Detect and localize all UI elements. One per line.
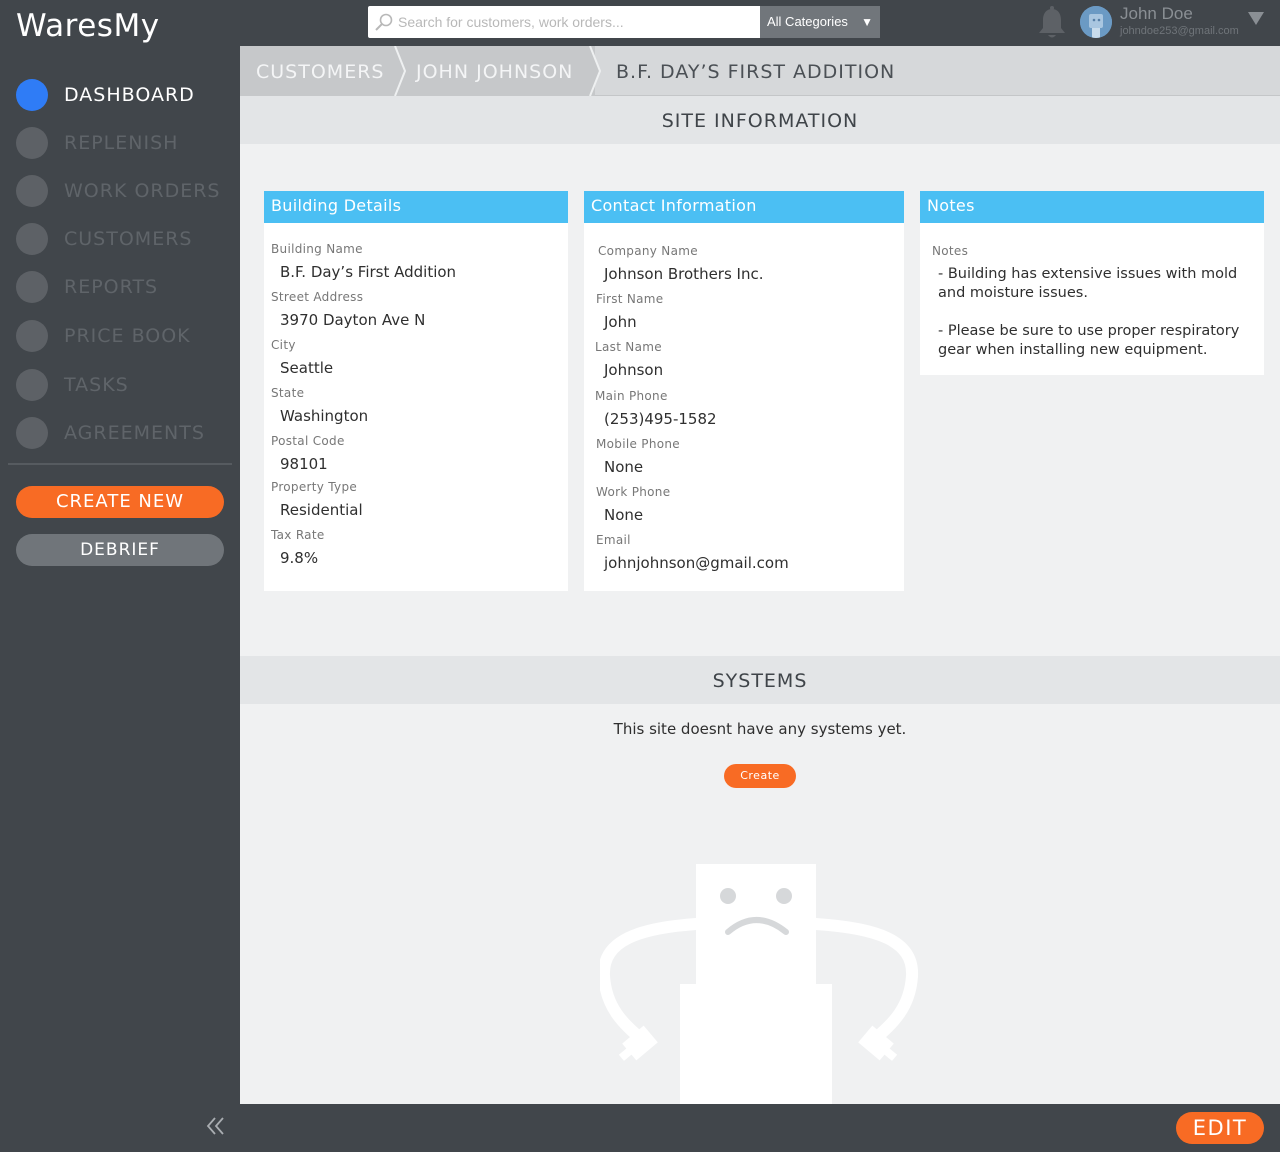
street-address-value: 3970 Dayton Ave N xyxy=(280,311,426,329)
state-value: Washington xyxy=(280,407,369,425)
breadcrumb-separator-icon xyxy=(585,46,601,96)
user-email: johndoe253@gmail.com xyxy=(1120,25,1239,37)
create-system-button[interactable]: Create xyxy=(724,764,796,788)
state-label: State xyxy=(271,386,305,400)
city-label: City xyxy=(271,338,296,352)
customers-icon xyxy=(16,223,48,255)
top-bar: WaresMy All Categories ▼ John Doe johndo… xyxy=(0,0,1280,46)
breadcrumb-separator-icon xyxy=(390,46,406,96)
work-phone-value: None xyxy=(604,506,644,524)
systems-empty-message: This site doesnt have any systems yet. xyxy=(613,720,907,738)
city-value: Seattle xyxy=(280,359,334,377)
sidebar-item-label: REPLENISH xyxy=(64,132,179,154)
note-line: - Please be sure to use proper respirato… xyxy=(938,323,1240,358)
postal-code-label: Postal Code xyxy=(271,434,345,448)
contact-information-title: Contact Information xyxy=(584,191,904,223)
sidebar-item-label: WORK ORDERS xyxy=(64,180,221,202)
replenish-icon xyxy=(16,127,48,159)
sidebar-item-customers[interactable]: CUSTOMERS xyxy=(16,222,236,256)
work-orders-icon xyxy=(16,175,48,207)
breadcrumb-customer[interactable]: JOHN JOHNSON xyxy=(405,46,595,96)
contact-information-card: Contact Information Company Name Johnson… xyxy=(584,191,904,591)
sidebar-item-agreements[interactable]: AGREEMENTS xyxy=(16,416,236,450)
debrief-button[interactable]: DEBRIEF xyxy=(16,534,224,566)
first-name-value: John xyxy=(604,313,637,331)
search-icon xyxy=(375,13,393,31)
user-menu-caret-icon[interactable] xyxy=(1248,12,1264,25)
reports-icon xyxy=(16,271,48,303)
sidebar-item-tasks[interactable]: TASKS xyxy=(16,368,236,402)
building-name-value: B.F. Day’s First Addition xyxy=(280,263,457,281)
sidebar: DASHBOARD REPLENISH WORK ORDERS CUSTOMER… xyxy=(0,46,240,1152)
street-address-label: Street Address xyxy=(271,290,364,304)
mobile-phone-value: None xyxy=(604,458,644,476)
company-name-label: Company Name xyxy=(598,244,698,258)
footer-bar xyxy=(240,1104,1280,1152)
property-type-label: Property Type xyxy=(271,480,358,494)
sidebar-item-replenish[interactable]: REPLENISH xyxy=(16,126,236,160)
mobile-phone-label: Mobile Phone xyxy=(596,437,680,451)
bell-icon[interactable] xyxy=(1037,6,1067,40)
main-phone-value: (253)495-1582 xyxy=(604,410,717,428)
notes-title: Notes xyxy=(920,191,1264,223)
sidebar-item-price-book[interactable]: PRICE BOOK xyxy=(16,319,236,353)
sidebar-item-reports[interactable]: REPORTS xyxy=(16,270,236,304)
site-information-header: SITE INFORMATION xyxy=(240,96,1280,144)
sidebar-divider xyxy=(8,463,232,465)
sad-robot-illustration-icon xyxy=(600,864,919,1104)
breadcrumb-current-site: B.F. DAY’S FIRST ADDITION xyxy=(616,61,896,83)
company-name-value: Johnson Brothers Inc. xyxy=(604,265,764,283)
work-phone-label: Work Phone xyxy=(596,485,671,499)
sidebar-item-label: PRICE BOOK xyxy=(64,325,191,347)
sidebar-item-label: CUSTOMERS xyxy=(64,228,193,250)
building-name-label: Building Name xyxy=(271,242,363,256)
building-details-card: Building Details Building Name B.F. Day’… xyxy=(264,191,568,591)
edit-button[interactable]: EDIT xyxy=(1176,1112,1264,1144)
dashboard-icon xyxy=(16,79,48,111)
chevron-down-icon: ▼ xyxy=(861,15,873,29)
breadcrumb: CUSTOMERS JOHN JOHNSON B.F. DAY’S FIRST … xyxy=(240,46,1280,96)
user-avatar-icon xyxy=(1080,6,1112,38)
building-details-title: Building Details xyxy=(264,191,568,223)
notes-text: - Building has extensive issues with mol… xyxy=(938,265,1248,360)
sidebar-item-work-orders[interactable]: WORK ORDERS xyxy=(16,174,236,208)
main-phone-label: Main Phone xyxy=(595,389,668,403)
last-name-value: Johnson xyxy=(604,361,664,379)
postal-code-value: 98101 xyxy=(280,455,328,473)
systems-header: SYSTEMS xyxy=(240,656,1280,704)
category-select[interactable]: All Categories ▼ xyxy=(760,6,880,38)
agreements-icon xyxy=(16,417,48,449)
property-type-value: Residential xyxy=(280,501,363,519)
collapse-sidebar-icon[interactable] xyxy=(204,1114,228,1138)
sidebar-item-label: AGREEMENTS xyxy=(64,422,205,444)
breadcrumb-customers[interactable]: CUSTOMERS xyxy=(240,46,405,96)
notes-card: Notes Notes - Building has extensive iss… xyxy=(920,191,1264,375)
last-name-label: Last Name xyxy=(595,340,662,354)
sidebar-item-dashboard[interactable]: DASHBOARD xyxy=(16,78,236,112)
sidebar-item-label: DASHBOARD xyxy=(64,84,195,106)
price-book-icon xyxy=(16,320,48,352)
search-input[interactable] xyxy=(398,6,754,38)
tax-rate-label: Tax Rate xyxy=(271,528,325,542)
email-label: Email xyxy=(596,533,631,547)
create-new-button[interactable]: CREATE NEW xyxy=(16,486,224,518)
sidebar-item-label: TASKS xyxy=(64,374,129,396)
email-value: johnjohnson@gmail.com xyxy=(604,554,789,572)
app-logo[interactable]: WaresMy xyxy=(16,8,160,44)
tax-rate-value: 9.8% xyxy=(280,549,319,567)
search-box[interactable] xyxy=(368,6,760,38)
notes-label: Notes xyxy=(932,244,969,258)
user-name[interactable]: John Doe xyxy=(1120,4,1193,24)
note-line: - Building has extensive issues with mol… xyxy=(938,266,1238,301)
avatar[interactable] xyxy=(1080,6,1112,38)
sidebar-item-label: REPORTS xyxy=(64,276,159,298)
first-name-label: First Name xyxy=(596,292,664,306)
tasks-icon xyxy=(16,369,48,401)
category-select-value: All Categories xyxy=(767,14,848,29)
